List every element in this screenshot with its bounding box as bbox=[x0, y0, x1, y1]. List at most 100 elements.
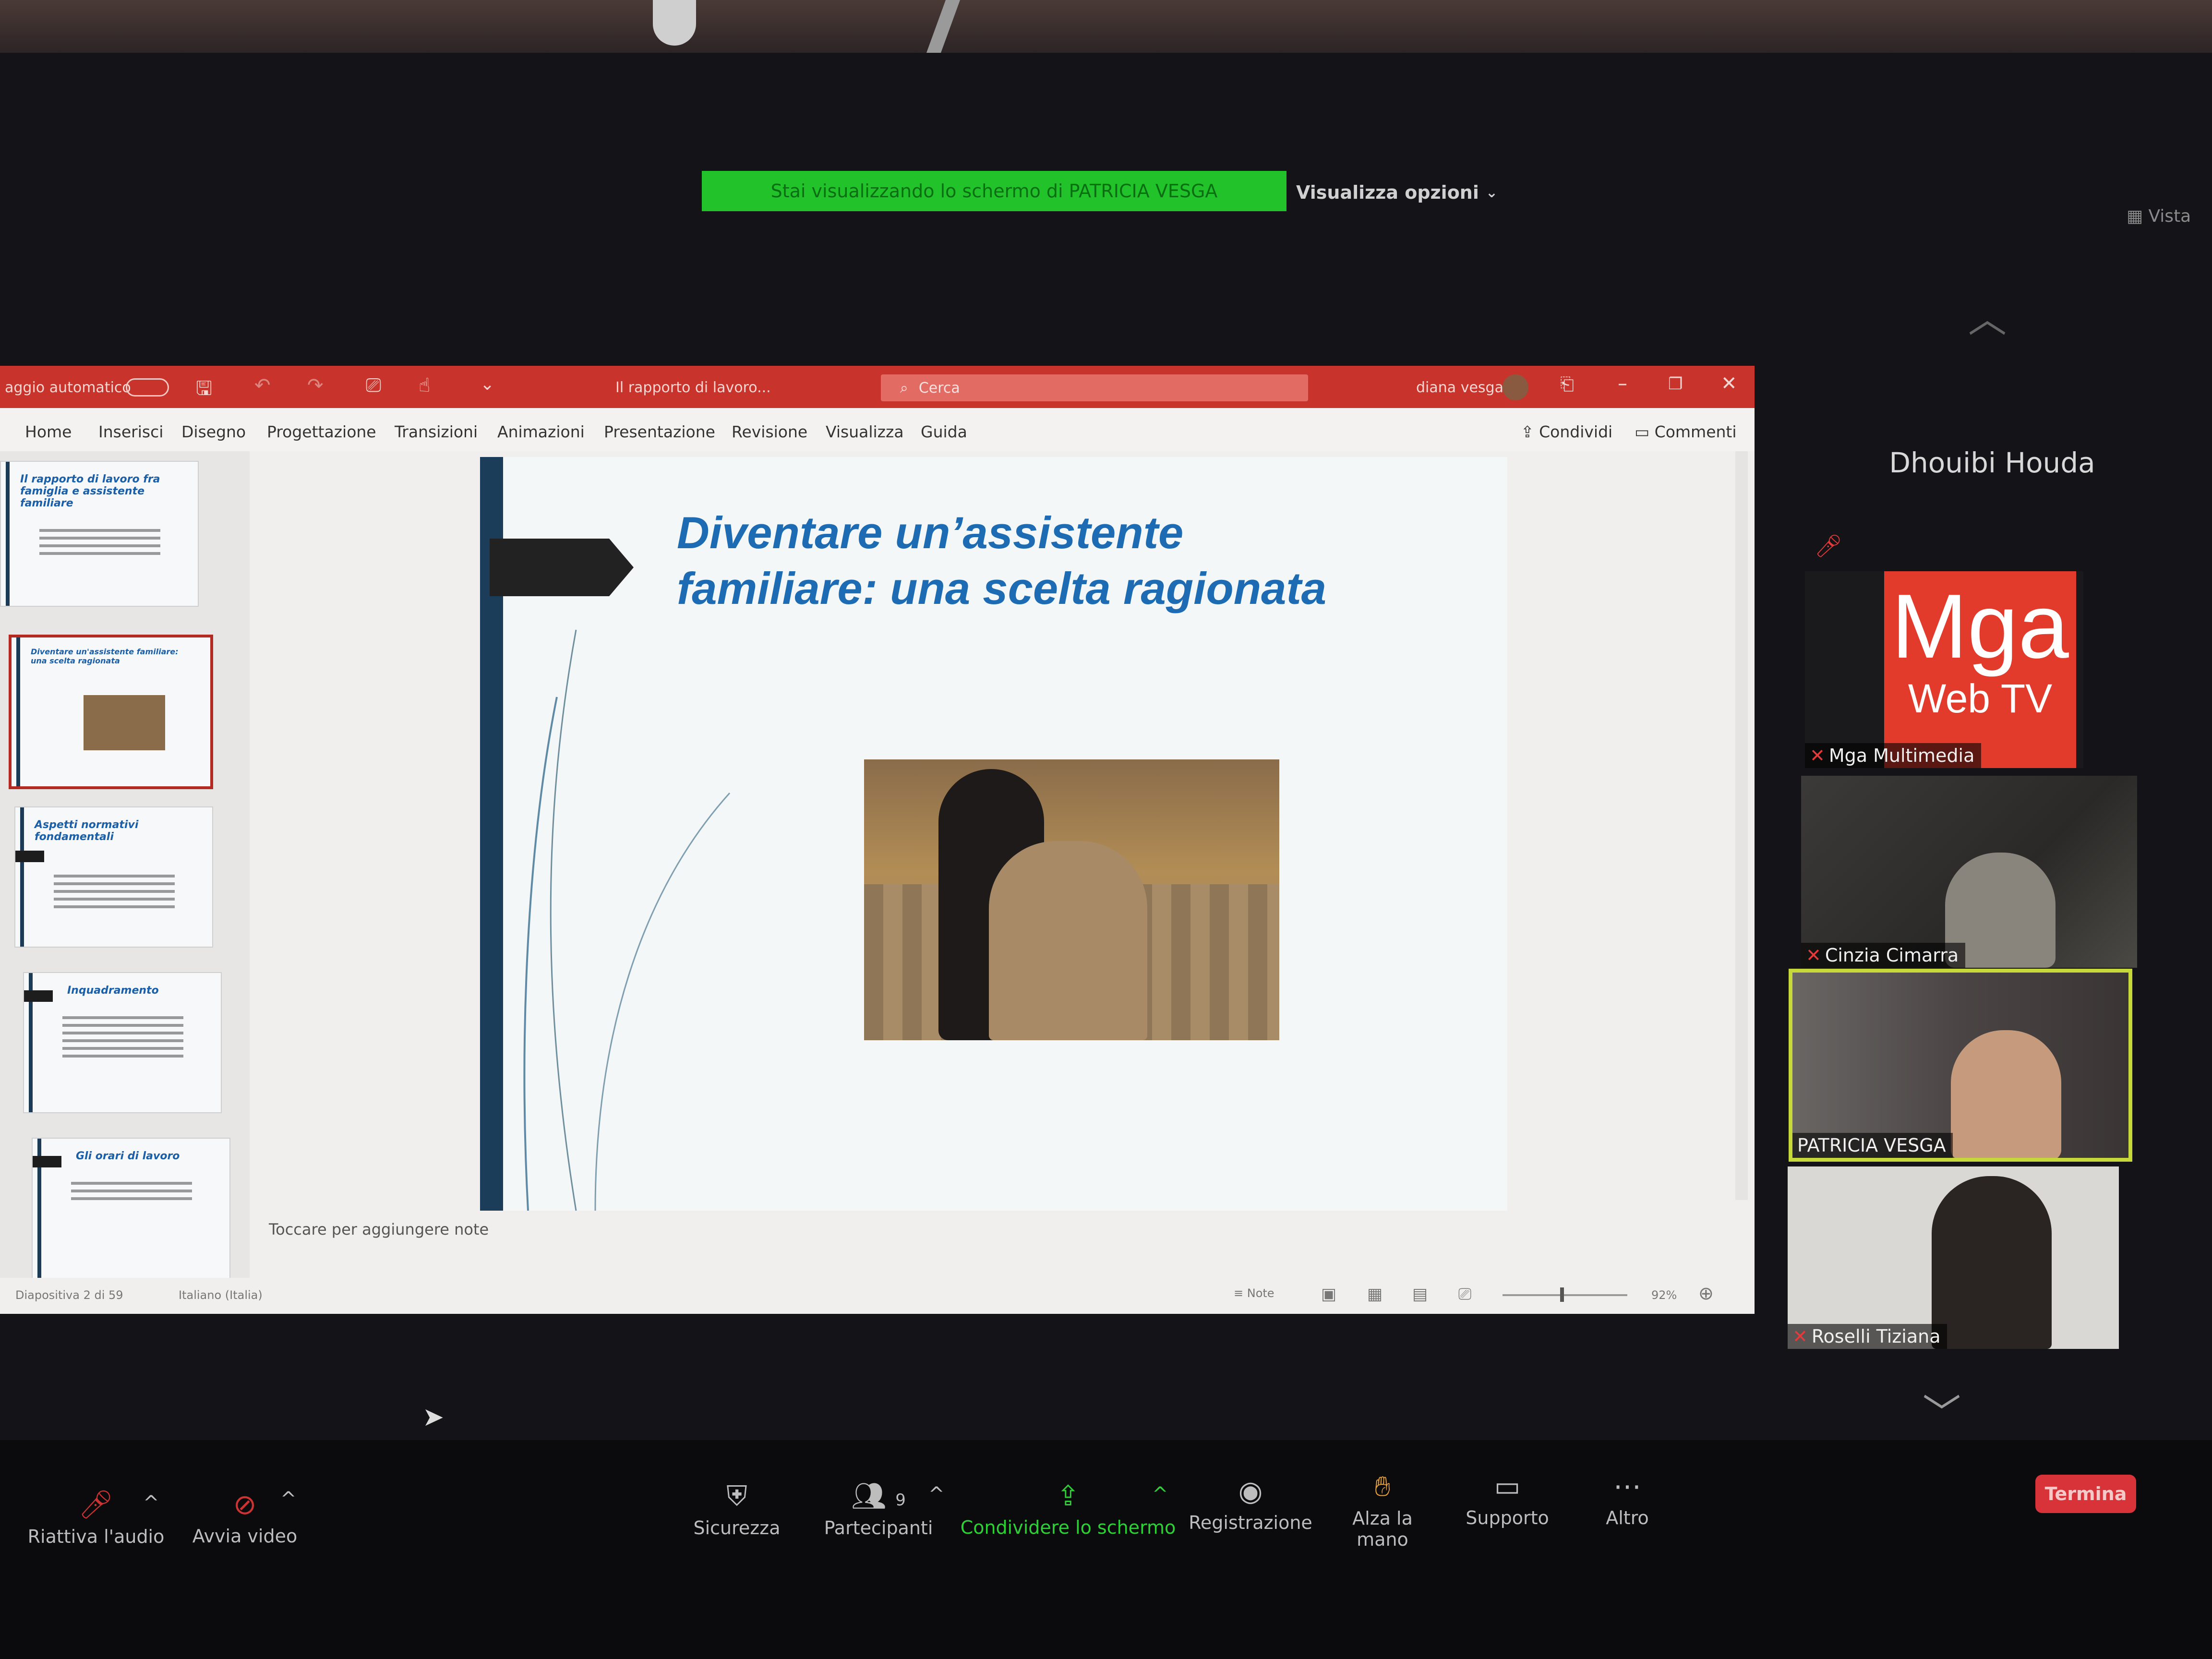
slide-decor-curves bbox=[523, 629, 731, 1211]
customize-icon[interactable]: ⌄ bbox=[480, 374, 494, 394]
participant-tile-active[interactable]: PATRICIA VESGA bbox=[1789, 969, 2132, 1162]
touch-icon[interactable]: ☝ bbox=[419, 374, 430, 397]
participant-name: Roselli Tiziana bbox=[1811, 1326, 1941, 1347]
reading-view-icon[interactable]: ▤ bbox=[1412, 1285, 1428, 1304]
scroll-down-icon[interactable]: ﹀ bbox=[1923, 1382, 1961, 1438]
view-button[interactable]: ▦ Vista bbox=[2127, 206, 2191, 226]
scroll-up-icon[interactable]: ︿ bbox=[1968, 288, 2007, 344]
autosave-toggle[interactable] bbox=[126, 378, 169, 397]
share-screen-icon: ⇪ bbox=[1056, 1479, 1080, 1512]
slide-title: Diventare un’assistente familiare: una s… bbox=[677, 505, 1397, 616]
tab-view[interactable]: Visualizza bbox=[826, 422, 904, 441]
slide-thumbnail[interactable]: Aspetti normativi fondamentali bbox=[14, 806, 213, 948]
share-button[interactable]: ⇪ Condividi bbox=[1521, 422, 1612, 441]
tab-insert[interactable]: Inserisci bbox=[98, 422, 163, 441]
notes-pane[interactable]: Toccare per aggiungere note bbox=[269, 1220, 1709, 1249]
participant-name-label: PATRICIA VESGA bbox=[1792, 1133, 1953, 1158]
tab-help[interactable]: Guida bbox=[921, 422, 967, 441]
thumbnail-title: Il rapporto di lavoro fra famiglia e ass… bbox=[20, 473, 160, 509]
thumbnail-text-lines bbox=[71, 1182, 205, 1205]
document-title[interactable]: Il rapporto di lavoro... bbox=[615, 379, 771, 396]
thumbnail-title: Aspetti normativi fondamentali bbox=[35, 819, 139, 843]
record-button[interactable]: ◉ Registrazione bbox=[1186, 1475, 1315, 1533]
present-icon[interactable]: ⎚ bbox=[366, 374, 381, 397]
raise-hand-button[interactable]: ✋︎ Alza la mano bbox=[1325, 1470, 1440, 1550]
save-icon[interactable]: 🖫 bbox=[196, 374, 212, 407]
participant-name: Cinzia Cimarra bbox=[1825, 945, 1959, 966]
comments-label: Commenti bbox=[1654, 422, 1737, 441]
video-options-chevron[interactable]: ^ bbox=[280, 1488, 297, 1510]
tab-home[interactable]: Home bbox=[25, 422, 72, 441]
powerpoint-window: aggio automatico 🖫 ↶ ↷ ⎚ ☝ ⌄ Il rapporto… bbox=[0, 366, 1755, 1314]
comments-button[interactable]: ▭ Commenti bbox=[1635, 422, 1737, 441]
restore-icon[interactable]: ❐ bbox=[1668, 374, 1683, 394]
redo-icon[interactable]: ↷ bbox=[307, 374, 324, 397]
participant-video bbox=[1932, 1176, 2052, 1349]
participant-name-label: ✕ Cinzia Cimarra bbox=[1801, 943, 1966, 968]
slideshow-view-icon[interactable]: ⎚ bbox=[1458, 1285, 1471, 1304]
participants-button[interactable]: 👥︎ 9 Partecipanti bbox=[816, 1479, 941, 1539]
zoom-slider-thumb[interactable] bbox=[1560, 1287, 1564, 1302]
ribbon-display-icon[interactable]: ⎗ bbox=[1560, 374, 1574, 395]
participants-icon: 👥︎ 9 bbox=[851, 1479, 906, 1512]
status-bar: Diapositiva 2 di 59 Italiano (Italia) ≡ … bbox=[0, 1278, 1755, 1314]
slide-counter: Diapositiva 2 di 59 bbox=[15, 1288, 123, 1302]
tab-review[interactable]: Revisione bbox=[732, 422, 807, 441]
tab-design[interactable]: Progettazione bbox=[267, 422, 376, 441]
tab-animations[interactable]: Animazioni bbox=[497, 422, 585, 441]
notes-placeholder: Toccare per aggiungere note bbox=[269, 1220, 489, 1238]
start-video-label: Avvia video bbox=[192, 1526, 298, 1547]
zoom-level[interactable]: 92% bbox=[1651, 1288, 1677, 1302]
language-indicator[interactable]: Italiano (Italia) bbox=[179, 1288, 263, 1302]
ribbon-tabs: Home Inserisci Disegno Progettazione Tra… bbox=[0, 408, 1755, 451]
audio-options-chevron[interactable]: ^ bbox=[143, 1492, 159, 1514]
search-box[interactable]: ⌕ Cerca bbox=[881, 374, 1308, 401]
tab-slideshow[interactable]: Presentazione bbox=[604, 422, 715, 441]
slide-photo[interactable] bbox=[864, 759, 1279, 1040]
ppt-titlebar: aggio automatico 🖫 ↶ ↷ ⎚ ☝ ⌄ Il rapporto… bbox=[0, 366, 1755, 408]
slide-thumbnail[interactable]: Inquadramento bbox=[23, 972, 222, 1113]
photo-person-seated bbox=[989, 841, 1147, 1040]
current-slide[interactable]: Diventare un’assistente familiare: una s… bbox=[480, 457, 1507, 1211]
record-icon: ◉ bbox=[1238, 1475, 1263, 1507]
share-banner: Stai visualizzando lo schermo di PATRICI… bbox=[702, 171, 1286, 211]
vertical-scrollbar[interactable] bbox=[1735, 451, 1748, 1200]
sorter-view-icon[interactable]: ▦ bbox=[1367, 1285, 1382, 1304]
share-options-chevron[interactable]: ^ bbox=[1152, 1483, 1168, 1505]
logo-text-webtv: Web TV bbox=[1908, 676, 2053, 721]
zoom-slider[interactable] bbox=[1503, 1294, 1627, 1296]
notes-button[interactable]: ≡ Note bbox=[1234, 1286, 1274, 1300]
participant-tile[interactable]: Mga Web TV ✕ Mga Multimedia bbox=[1805, 571, 2083, 768]
view-options-button[interactable]: Visualizza opzioni ⌄ bbox=[1296, 176, 1498, 209]
more-button[interactable]: ⋯ Altro bbox=[1579, 1470, 1675, 1528]
share-screen-button[interactable]: ⇪ Condividere lo schermo bbox=[960, 1479, 1176, 1538]
tab-draw[interactable]: Disegno bbox=[181, 422, 246, 441]
thumbnail-title: Gli orari di lavoro bbox=[76, 1150, 180, 1162]
security-label: Sicurezza bbox=[693, 1517, 781, 1539]
hand-icon: ✋︎ bbox=[1374, 1470, 1391, 1503]
participant-tile[interactable]: ✕ Cinzia Cimarra bbox=[1801, 776, 2137, 968]
more-label: Altro bbox=[1606, 1507, 1649, 1528]
fit-slide-icon[interactable]: ⊕ bbox=[1698, 1283, 1714, 1304]
end-meeting-button[interactable]: Termina bbox=[2035, 1475, 2136, 1513]
slide-thumbnail[interactable]: Gli orari di lavoro bbox=[32, 1138, 230, 1279]
security-button[interactable]: ⛨ Sicurezza bbox=[682, 1479, 792, 1539]
support-button[interactable]: ▭ Supporto bbox=[1455, 1470, 1560, 1528]
record-label: Registrazione bbox=[1189, 1512, 1312, 1533]
tab-transitions[interactable]: Transizioni bbox=[395, 422, 478, 441]
participants-options-chevron[interactable]: ^ bbox=[928, 1483, 945, 1505]
undo-icon[interactable]: ↶ bbox=[254, 374, 271, 397]
search-placeholder: Cerca bbox=[918, 379, 960, 397]
logo-text-mga: Mga bbox=[1891, 576, 2069, 677]
normal-view-icon[interactable]: ▣ bbox=[1321, 1285, 1336, 1304]
slide-thumbnail[interactable]: Il rapporto di lavoro fra famiglia e ass… bbox=[0, 461, 199, 607]
avatar[interactable] bbox=[1503, 374, 1528, 400]
minimize-icon[interactable]: – bbox=[1618, 373, 1627, 395]
thumb-accent-bar bbox=[20, 807, 24, 947]
participant-name-label: ✕ Mga Multimedia bbox=[1805, 743, 1982, 768]
close-icon[interactable]: ✕ bbox=[1721, 373, 1737, 395]
thumb-tag bbox=[33, 1156, 61, 1167]
participant-tile[interactable]: ✕ Roselli Tiziana bbox=[1788, 1166, 2119, 1349]
slide-thumbnail-selected[interactable]: Diventare un'assistente familiare: una s… bbox=[9, 635, 213, 789]
share-label: Condividi bbox=[1539, 422, 1613, 441]
